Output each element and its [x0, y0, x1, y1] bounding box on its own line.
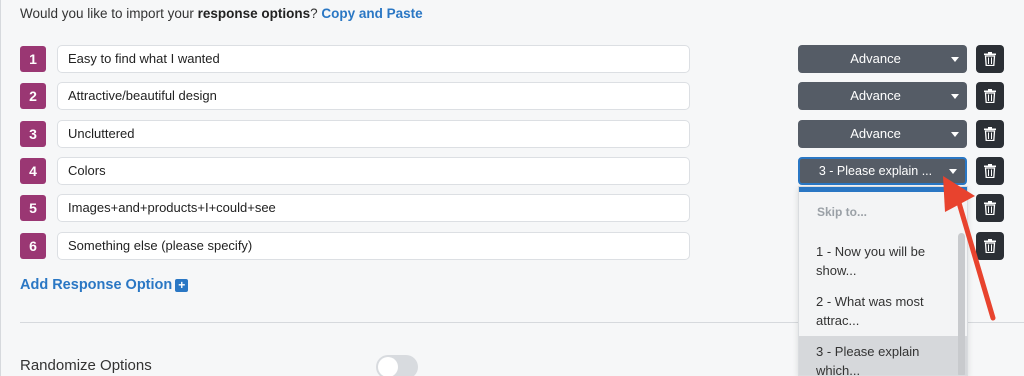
option-number-badge: 2 — [20, 83, 46, 109]
caret-down-icon — [951, 94, 959, 99]
skip-logic-value: Advance — [850, 51, 901, 66]
import-prompt: Would you like to import your response o… — [20, 6, 423, 21]
skip-logic-select[interactable]: Advance — [798, 120, 967, 148]
skip-logic-select[interactable]: Advance — [798, 45, 967, 73]
option-text-input[interactable]: Images+and+products+I+could+see — [57, 194, 690, 222]
skip-logic-value: 3 - Please explain ... — [818, 164, 933, 178]
response-option-row: 3 Uncluttered Advance — [20, 120, 1005, 148]
add-response-option-label: Add Response Option — [20, 277, 173, 293]
import-prompt-suffix: ? — [310, 6, 322, 21]
trash-icon — [984, 52, 996, 66]
survey-question-editor: Would you like to import your response o… — [0, 0, 1024, 376]
skip-logic-value: Advance — [850, 126, 901, 141]
option-text-input[interactable]: Easy to find what I wanted — [57, 45, 690, 73]
option-number-badge: 3 — [20, 121, 46, 147]
toggle-knob — [378, 357, 398, 376]
option-number-badge: 4 — [20, 158, 46, 184]
response-option-row: 1 Easy to find what I wanted Advance — [20, 45, 1005, 73]
randomize-options-label: Randomize Options — [20, 357, 152, 374]
option-number-badge: 5 — [20, 195, 46, 221]
delete-option-button[interactable] — [976, 82, 1004, 110]
option-text-input[interactable]: Something else (please specify) — [57, 232, 690, 260]
response-option-row: 2 Attractive/beautiful design Advance — [20, 82, 1005, 110]
skip-logic-select[interactable]: Advance — [798, 82, 967, 110]
plus-square-icon: + — [175, 279, 189, 292]
trash-icon — [984, 127, 996, 141]
delete-option-button[interactable] — [976, 120, 1004, 148]
red-arrow-icon — [943, 176, 996, 321]
import-prompt-prefix: Would you like to import your — [20, 6, 198, 21]
option-number-badge: 1 — [20, 46, 46, 72]
delete-option-button[interactable] — [976, 45, 1004, 73]
response-option-row: 4 Colors 3 - Please explain ... — [20, 157, 1005, 185]
option-text-input[interactable]: Attractive/beautiful design — [57, 82, 690, 110]
add-response-option-link[interactable]: Add Response Option + — [20, 277, 189, 293]
trash-icon — [984, 89, 996, 103]
skip-logic-value: Advance — [850, 88, 901, 103]
dropdown-option-selected[interactable]: 3 - Please explain which... — [799, 336, 967, 375]
randomize-options-toggle[interactable] — [376, 355, 418, 376]
caret-down-icon — [951, 132, 959, 137]
option-number-badge: 6 — [20, 233, 46, 259]
option-text-input[interactable]: Uncluttered — [57, 120, 690, 148]
import-prompt-bold: response options — [197, 6, 311, 21]
caret-down-icon — [951, 57, 959, 62]
copy-paste-link[interactable]: Copy and Paste — [321, 6, 422, 21]
option-text-input[interactable]: Colors — [57, 157, 690, 185]
